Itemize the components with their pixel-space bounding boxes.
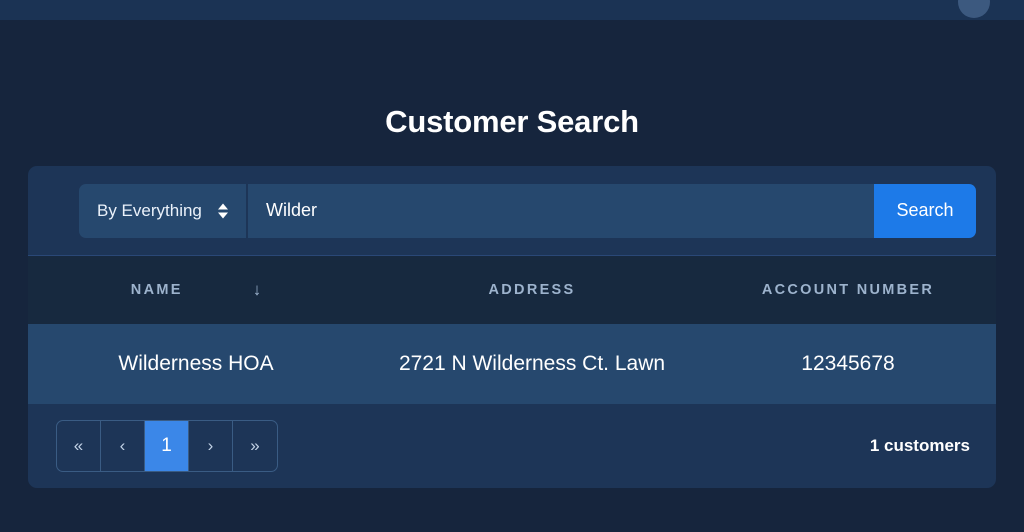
cell-account-number: 12345678 [801,352,895,375]
column-header-name[interactable]: NAME ↓ [28,280,364,300]
pagination-page-1-button[interactable]: 1 [145,421,189,471]
search-type-select-wrapper: By Everything [79,183,246,238]
pagination-previous-button[interactable]: ‹ [101,421,145,471]
sort-descending-icon[interactable]: ↓ [253,280,262,300]
table-header-row: NAME ↓ ADDRESS ACCOUNT NUMBER [28,256,996,324]
search-type-select[interactable]: By Everything [79,183,246,238]
result-count: 1 customers [869,436,970,455]
pagination-first-button[interactable]: « [57,421,101,471]
pagination: « ‹ 1 › » [56,420,278,472]
column-header-account-number[interactable]: ACCOUNT NUMBER [700,282,996,298]
customer-search-panel: By Everything Search NAME ↓ ADDRESS ACCO… [28,166,996,488]
pagination-last-button[interactable]: » [233,421,277,471]
column-header-name-label: NAME [130,282,183,298]
search-bar: By Everything Search [28,166,996,256]
cell-name: Wilderness HOA [118,352,274,375]
cell-address: 2721 N Wilderness Ct. Lawn [398,352,666,375]
customers-table: NAME ↓ ADDRESS ACCOUNT NUMBER Wilderness… [28,256,996,404]
pagination-next-button[interactable]: › [189,421,233,471]
top-navigation-bar [0,0,1024,20]
page-title: Customer Search [385,104,639,139]
search-input[interactable] [246,183,874,238]
search-button[interactable]: Search [874,183,976,238]
table-row[interactable]: Wilderness HOA 2721 N Wilderness Ct. Law… [28,324,996,404]
column-header-address[interactable]: ADDRESS [364,282,700,298]
avatar[interactable] [958,0,990,18]
table-footer: « ‹ 1 › » 1 customers [28,404,996,488]
